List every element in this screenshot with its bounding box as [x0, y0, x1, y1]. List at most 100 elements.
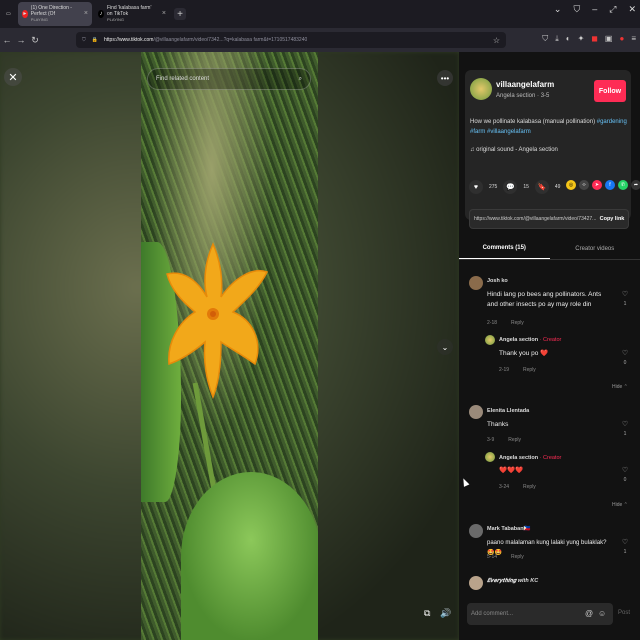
comment-meta: 2-18 Reply [487, 320, 524, 326]
video-player[interactable]: Find related content ⌕ [141, 52, 318, 640]
search-icon[interactable]: ⌕ [299, 76, 302, 83]
window-controls: ⌄ ⛉ – ⤢ ✕ [554, 4, 636, 15]
close-icon[interactable]: ✕ [628, 4, 636, 15]
avatar[interactable] [485, 335, 495, 345]
download-icon[interactable]: ⤓ [555, 34, 559, 44]
comment-like-count: 1 [623, 431, 627, 437]
tab-list-icon[interactable]: ▭ [2, 2, 16, 26]
more-options-icon[interactable]: ••• [437, 70, 453, 86]
close-tab-icon[interactable]: × [162, 10, 166, 17]
share-icon[interactable]: ◎ [566, 180, 576, 190]
share-arrow-icon[interactable]: ➦ [631, 180, 640, 190]
comment-text: Hindi lang po bees ang pollinators. Ants… [487, 291, 602, 308]
comment-like-button[interactable]: ♡ 1 [620, 538, 630, 555]
youtube-icon: ▸ [22, 10, 28, 18]
comment-text: Thanks [487, 421, 509, 428]
add-comment-input[interactable]: Add comment... @ ☺ [467, 603, 613, 625]
follow-button[interactable]: Follow [594, 80, 626, 102]
mention-icon[interactable]: @ [585, 609, 593, 618]
sound-link[interactable]: ♫ original sound - Angela section [470, 147, 558, 153]
post-comment-button[interactable]: Post [618, 610, 630, 616]
pocket-icon[interactable]: ⛉ [542, 34, 548, 44]
reload-icon[interactable]: ↻ [28, 35, 42, 46]
hide-replies-button[interactable]: Hide ⌃ [612, 384, 628, 390]
avatar[interactable] [469, 524, 483, 538]
chevron-down-icon[interactable]: ⌄ [554, 4, 562, 15]
post-info-card: villaangelafarm Angela section · 3-5 Fol… [465, 70, 631, 220]
video-stage: Find related content ⌕ ✕ ••• ⌄ ⧉ 🔊 [0, 52, 459, 640]
close-tab-icon[interactable]: × [84, 10, 88, 17]
avatar[interactable] [485, 452, 495, 462]
picture-in-picture-icon[interactable]: ⧉ [424, 608, 430, 619]
save-count: 49 [554, 184, 561, 190]
tiktok-icon: ♪ [98, 10, 104, 18]
browser-tab-tiktok[interactable]: ♪ Find 'kalabasa farm' on TikTok PLAYING … [94, 2, 170, 26]
extension-icon[interactable]: ● [619, 34, 624, 44]
restore-icon[interactable]: ⤢ [609, 4, 616, 15]
emoji-icon[interactable]: ☺ [598, 609, 606, 618]
reply-button[interactable]: Reply [523, 484, 536, 490]
menu-icon[interactable]: ≡ [631, 34, 636, 44]
reply-button[interactable]: Reply [523, 367, 536, 373]
comment-like-count: 0 [623, 477, 627, 483]
bookmark-star-icon[interactable]: ☆ [493, 36, 500, 45]
extension-icon[interactable]: ◼ [591, 34, 598, 44]
new-tab-button[interactable]: + [174, 8, 186, 20]
browser-tab-bar: ▭ ▸ (1) One Direction - Perfect (Of PLAYI… [0, 0, 640, 28]
send-icon[interactable]: ➤ [592, 180, 602, 190]
video-link-text[interactable]: https://www.tiktok.com/@villaangelafarm/… [474, 216, 596, 222]
comment-author[interactable]: 𝑬𝒗𝒆𝒓𝒚𝒕𝒉𝒊𝒏𝒈 with KC [487, 578, 538, 585]
comment-like-button[interactable]: ♡ 0 [620, 466, 630, 483]
comment-meta: 2-19 Reply [499, 367, 536, 373]
avatar[interactable] [470, 78, 492, 100]
copy-link-button[interactable]: Copy link [596, 216, 628, 222]
tab-creator-videos[interactable]: Creator videos [550, 238, 640, 259]
tab-comments[interactable]: Comments (15) [459, 238, 550, 259]
heart-icon[interactable]: ♥ [469, 180, 483, 194]
comment-like-count: 1 [623, 301, 627, 307]
embed-icon[interactable]: ‹› [579, 180, 589, 190]
comment-like-button[interactable]: ♡ 1 [620, 420, 630, 437]
address-bar[interactable]: ⛉ 🔒 https://www.tiktok.com/@villaangelaf… [76, 32, 506, 48]
lock-icon: 🔒 [91, 37, 98, 43]
video-link-box: https://www.tiktok.com/@villaangelafarm/… [469, 209, 629, 229]
minimize-icon[interactable]: – [592, 4, 597, 15]
whatsapp-icon[interactable]: ✆ [618, 180, 628, 190]
avatar[interactable] [469, 276, 483, 290]
tab-subtitle: PLAYING [106, 17, 125, 22]
comment-like-count: 1 [623, 549, 627, 555]
video-frame-leaf [181, 472, 318, 640]
browser-tab-one-direction[interactable]: ▸ (1) One Direction - Perfect (Of PLAYING… [18, 2, 92, 26]
extension-icon[interactable]: ✦ [578, 34, 585, 44]
reply-button[interactable]: Reply [511, 320, 524, 326]
shield-icon[interactable]: ⛉ [573, 4, 580, 15]
bookmark-icon[interactable]: 🔖 [534, 180, 549, 194]
comment-author[interactable]: Angela section · Creator [499, 455, 561, 461]
comment-like-button[interactable]: ♡ 1 [620, 290, 630, 307]
next-video-chevron-icon[interactable]: ⌄ [437, 339, 453, 355]
comment-icon[interactable]: 💬 [503, 180, 518, 194]
comment-meta: 3-9 Reply [487, 437, 522, 443]
comment-author[interactable]: Angela section · Creator [499, 337, 561, 343]
avatar[interactable] [469, 576, 483, 590]
creator-badge: · Creator [539, 337, 562, 343]
close-video-button[interactable]: ✕ [4, 68, 22, 86]
comment-author[interactable]: Josh ko [487, 278, 508, 284]
comment-like-button[interactable]: ♡ 0 [620, 349, 630, 366]
reply-button[interactable]: Reply [511, 554, 524, 560]
related-search-input[interactable]: Find related content ⌕ [147, 68, 311, 90]
facebook-icon[interactable]: f [605, 180, 615, 190]
forward-icon[interactable]: → [14, 35, 28, 45]
back-icon[interactable]: ← [0, 35, 14, 45]
username[interactable]: villaangelafarm [496, 80, 554, 89]
volume-icon[interactable]: 🔊 [440, 608, 451, 619]
comment-like-count: 0 [623, 360, 627, 366]
tab-title: Find 'kalabasa farm' on TikTok [106, 5, 152, 17]
hide-replies-button[interactable]: Hide ⌃ [612, 502, 628, 508]
avatar[interactable] [469, 405, 483, 419]
comment-author[interactable]: Mark Tababan🇵🇭 [487, 526, 530, 532]
extension-icon[interactable]: ◐ [566, 34, 571, 44]
comment-author[interactable]: Elenita Llentada [487, 408, 529, 414]
extension-icon[interactable]: ▣ [605, 34, 613, 44]
reply-button[interactable]: Reply [508, 437, 521, 443]
